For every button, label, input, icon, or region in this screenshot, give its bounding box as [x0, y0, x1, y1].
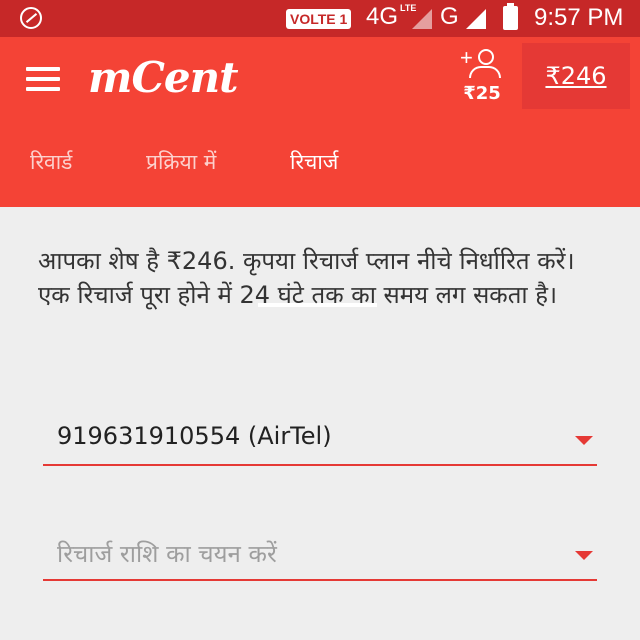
- dropdown-arrow-icon: [575, 436, 593, 445]
- volte-badge: VOLTE 1: [286, 9, 352, 29]
- recharge-amount-select[interactable]: रिचार्ज राशि का चयन करें: [43, 523, 597, 581]
- status-time: 9:57 PM: [534, 4, 624, 31]
- battery-icon: [503, 3, 518, 30]
- app-logo: mCent: [88, 53, 239, 102]
- signal-icon: [466, 9, 486, 29]
- phone-number-value: 919631910554 (AirTel): [57, 422, 332, 450]
- network-4g-label: 4G: [366, 3, 399, 30]
- invite-reward-amount: ₹25: [463, 83, 501, 104]
- tab-bar: रिवार्ड प्रक्रिया में रिचार्ज: [0, 137, 640, 307]
- dropdown-arrow-icon: [575, 551, 593, 560]
- network-g-label: G: [440, 3, 459, 30]
- tab-recharge[interactable]: रिचार्ज: [290, 137, 338, 207]
- balance-button[interactable]: ₹246: [522, 43, 630, 109]
- phone-number-select[interactable]: 919631910554 (AirTel): [43, 408, 597, 466]
- signal-icon: [412, 9, 432, 29]
- app-bar: mCent + ₹25 ₹246 रिवार्ड प्रक्रिया में र…: [0, 37, 640, 307]
- app-notification-icon: [20, 7, 42, 29]
- status-bar: VOLTE 1 4G LTE G 9:57 PM: [0, 0, 640, 37]
- add-person-icon: [478, 49, 494, 65]
- plus-icon: +: [460, 45, 473, 70]
- invite-friend-button[interactable]: + ₹25: [452, 43, 512, 109]
- balance-message: आपका शेष है ₹246. कृपया रिचार्ज प्लान नी…: [38, 247, 575, 309]
- menu-icon[interactable]: [26, 64, 62, 94]
- tab-in-process[interactable]: प्रक्रिया में: [146, 137, 216, 207]
- recharge-amount-placeholder: रिचार्ज राशि का चयन करें: [57, 540, 277, 568]
- tab-rewards[interactable]: रिवार्ड: [30, 137, 72, 207]
